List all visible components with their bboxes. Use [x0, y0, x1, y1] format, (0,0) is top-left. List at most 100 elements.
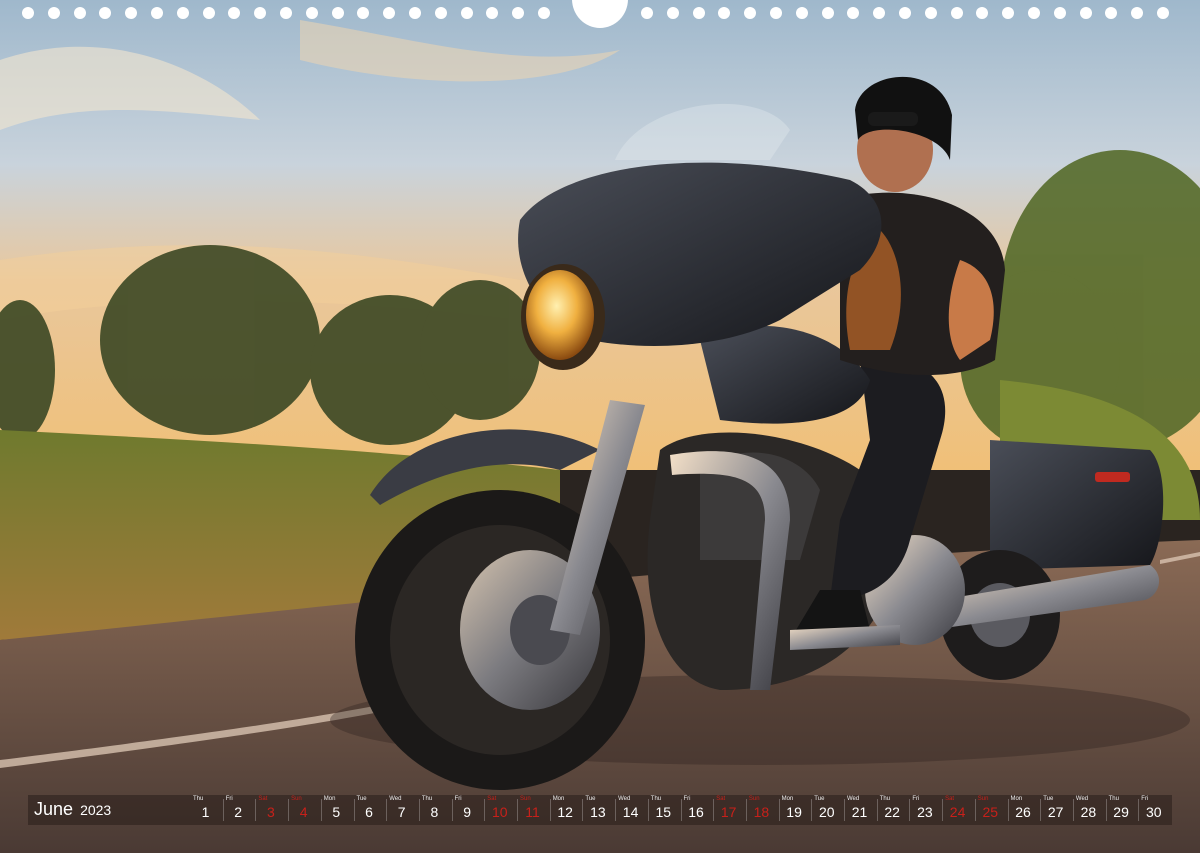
- day-separator: [582, 799, 584, 821]
- day-cell: Fri 23: [909, 795, 940, 825]
- binder-hole: [666, 7, 679, 19]
- day-cell: Fri 9: [452, 795, 483, 825]
- weekday-label: Mon: [781, 796, 794, 802]
- binder-hole: [795, 7, 808, 19]
- day-cell: Thu 8: [419, 795, 450, 825]
- binder-hole: [873, 7, 886, 19]
- day-separator: [909, 799, 911, 821]
- day-cell: Sun 25: [975, 795, 1006, 825]
- binder-hole: [976, 7, 989, 19]
- day-separator: [320, 799, 322, 821]
- day-cell: Sat 24: [942, 795, 973, 825]
- day-number: 2: [234, 804, 243, 820]
- weekday-label: Fri: [912, 796, 920, 802]
- day-number: 12: [557, 804, 573, 820]
- day-separator: [647, 799, 649, 821]
- binder-hole: [1157, 7, 1169, 19]
- day-number: 8: [430, 804, 439, 820]
- day-separator: [255, 799, 257, 821]
- day-separator: [942, 799, 944, 821]
- binder-hole: [151, 7, 163, 19]
- day-cell: Tue 13: [582, 795, 613, 825]
- day-number: 27: [1047, 804, 1064, 820]
- day-separator: [451, 799, 453, 821]
- binder-hole: [821, 7, 834, 19]
- day-separator: [778, 799, 780, 821]
- day-cell: Tue 27: [1040, 795, 1071, 825]
- day-number: 26: [1015, 804, 1031, 820]
- day-number: 4: [299, 804, 308, 820]
- weekday-label: Sun: [977, 796, 989, 802]
- day-number: 9: [463, 804, 471, 820]
- binder-hole: [280, 7, 292, 19]
- day-separator: [811, 799, 813, 821]
- day-number: 16: [688, 804, 704, 820]
- binder-hole: [486, 7, 499, 19]
- weekday-label: Mon: [552, 796, 565, 802]
- day-cell: Thu 1: [190, 795, 221, 825]
- day-cell: Tue 20: [811, 795, 842, 825]
- binder-hole: [1131, 7, 1144, 19]
- binder-hole: [950, 7, 963, 19]
- day-cell: Mon 5: [321, 795, 352, 825]
- weekday-label: Wed: [618, 796, 631, 802]
- weekday-label: Thu: [421, 796, 433, 802]
- day-number: 29: [1113, 804, 1129, 820]
- binder-hole: [202, 7, 215, 19]
- day-number: 3: [266, 804, 275, 820]
- day-cell: Fri 16: [681, 795, 712, 825]
- weekday-label: Tue: [1043, 796, 1054, 802]
- day-separator: [517, 799, 518, 821]
- day-cell: Fri 2: [223, 795, 254, 825]
- weekday-label: Sat: [716, 796, 726, 802]
- day-number: 17: [720, 804, 737, 820]
- day-number: 22: [884, 804, 900, 820]
- day-cell: Sat 17: [713, 795, 744, 825]
- weekday-label: Wed: [847, 796, 860, 802]
- binder-hole: [47, 7, 60, 19]
- day-number: 10: [492, 804, 508, 820]
- day-number: 25: [982, 804, 999, 820]
- day-number: 30: [1146, 804, 1162, 820]
- weekday-label: Thu: [879, 796, 891, 802]
- day-cell: Wed 14: [615, 795, 646, 825]
- day-separator: [1105, 799, 1107, 821]
- day-cell: Sat 10: [484, 795, 515, 825]
- binder-hole: [899, 7, 911, 19]
- day-separator: [353, 799, 355, 821]
- day-number: 28: [1080, 804, 1097, 820]
- binder-hole: [1079, 7, 1092, 19]
- day-cell: Sun 11: [517, 795, 548, 825]
- weekday-label: Sun: [520, 796, 531, 802]
- binder-hole: [744, 7, 757, 19]
- binder-hole: [22, 7, 34, 19]
- binder-hole: [1028, 7, 1040, 19]
- weekday-label: Tue: [814, 796, 825, 802]
- day-separator: [288, 799, 290, 821]
- binder-hole: [692, 7, 705, 19]
- weekday-label: Sat: [487, 796, 497, 802]
- day-cell: Thu 15: [648, 795, 679, 825]
- day-cell: Thu 22: [877, 795, 908, 825]
- binder-hole: [254, 7, 267, 19]
- binder-hole: [176, 7, 189, 19]
- day-number: 20: [819, 804, 835, 820]
- binder-hole: [1053, 7, 1066, 19]
- day-number: 13: [590, 804, 606, 820]
- day-separator: [745, 799, 747, 821]
- binder-hole: [434, 7, 447, 19]
- year: 2023: [80, 802, 112, 818]
- day-number: 14: [622, 804, 639, 820]
- day-cell: Sun 18: [746, 795, 777, 825]
- day-cell: Mon 26: [1008, 795, 1039, 825]
- binder-hole: [460, 7, 473, 19]
- day-number: 18: [753, 804, 770, 820]
- binder-hole: [538, 7, 550, 19]
- weekday-label: Sat: [945, 796, 955, 802]
- month-label: June 2023: [34, 799, 111, 820]
- day-separator: [680, 799, 682, 821]
- day-cell: Thu 29: [1106, 795, 1137, 825]
- binder-hole: [99, 7, 112, 19]
- day-number: 15: [655, 804, 672, 820]
- day-separator: [549, 799, 551, 821]
